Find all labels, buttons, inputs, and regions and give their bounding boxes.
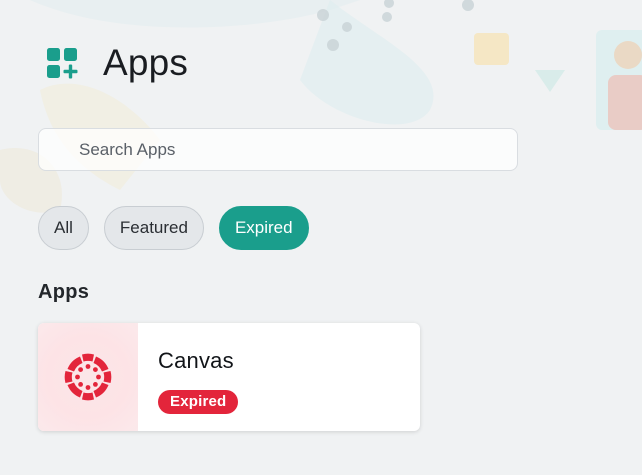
filter-expired-chip[interactable]: Expired [218, 206, 309, 250]
page-header: Apps [46, 41, 188, 85]
app-info: Canvas Expired [138, 323, 239, 431]
canvas-logo-icon [64, 353, 112, 401]
status-badge: Expired [158, 390, 239, 414]
apps-grid-add-icon [47, 48, 78, 79]
section-title: Apps [38, 281, 90, 303]
page-title: Apps [103, 42, 189, 83]
search-input[interactable] [39, 129, 517, 170]
search-box[interactable] [38, 128, 518, 171]
app-name: Canvas [158, 348, 234, 373]
filter-chips: All Featured Expired [38, 206, 309, 250]
filter-featured-chip[interactable]: Featured [103, 206, 204, 250]
filter-all-chip[interactable]: All [38, 206, 89, 250]
app-card-canvas[interactable]: Canvas Expired [38, 323, 420, 431]
app-logo [38, 323, 138, 431]
